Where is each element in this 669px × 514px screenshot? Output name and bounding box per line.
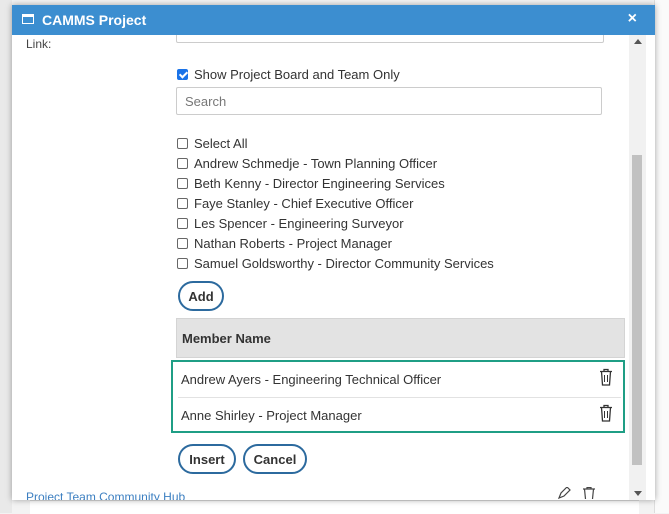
dialog-body: Link: Show Project Board and Team Only S… (12, 35, 655, 500)
scrollbar-thumb[interactable] (632, 155, 642, 465)
insert-button[interactable]: Insert (178, 444, 236, 474)
person-label: Nathan Roberts - Project Manager (194, 236, 392, 251)
checkbox-icon[interactable] (177, 178, 188, 189)
member-name-cell: Anne Shirley - Project Manager (181, 408, 362, 423)
person-checkbox[interactable]: Les Spencer - Engineering Surveyor (177, 216, 404, 231)
add-button[interactable]: Add (178, 281, 224, 311)
vertical-scrollbar[interactable] (629, 35, 646, 500)
camms-project-dialog: CAMMS Project × Link: Show Project Board… (12, 5, 655, 500)
member-name-cell: Andrew Ayers - Engineering Technical Off… (181, 372, 442, 387)
checkbox-icon[interactable] (177, 218, 188, 229)
person-checkbox[interactable]: Samuel Goldsworthy - Director Community … (177, 256, 494, 271)
cancel-button[interactable]: Cancel (243, 444, 307, 474)
member-table-header: Member Name (176, 318, 625, 358)
dialog-title: CAMMS Project (42, 12, 147, 28)
background-page-left (0, 0, 12, 513)
person-label: Andrew Schmedje - Town Planning Officer (194, 156, 438, 171)
member-rows-highlight: Andrew Ayers - Engineering Technical Off… (171, 360, 625, 433)
link-field[interactable] (176, 35, 604, 43)
table-row: Andrew Ayers - Engineering Technical Off… (178, 362, 621, 397)
trash-icon[interactable] (599, 404, 613, 425)
checkbox-icon[interactable] (177, 238, 188, 249)
person-checkbox[interactable]: Faye Stanley - Chief Executive Officer (177, 196, 413, 211)
checkbox-icon[interactable] (177, 138, 188, 149)
background-page-bottom (30, 500, 639, 514)
scroll-up-arrow-icon[interactable] (634, 39, 642, 44)
table-row: Anne Shirley - Project Manager (178, 397, 621, 432)
person-checkbox[interactable]: Andrew Schmedje - Town Planning Officer (177, 156, 437, 171)
person-label: Beth Kenny - Director Engineering Servic… (194, 176, 445, 191)
member-name-column-header: Member Name (182, 331, 271, 346)
footer-edit-delete-icons (557, 486, 597, 500)
select-all-label: Select All (194, 136, 248, 151)
window-icon (22, 14, 34, 24)
search-input[interactable] (176, 87, 602, 115)
close-button[interactable]: × (628, 10, 637, 28)
dialog-titlebar: CAMMS Project × (12, 5, 655, 35)
checkbox-checked-icon[interactable] (177, 69, 188, 80)
background-page-right (654, 0, 669, 513)
person-label: Les Spencer - Engineering Surveyor (194, 216, 404, 231)
person-checkbox[interactable]: Nathan Roberts - Project Manager (177, 236, 392, 251)
person-checkbox[interactable]: Beth Kenny - Director Engineering Servic… (177, 176, 445, 191)
show-board-team-label: Show Project Board and Team Only (194, 67, 400, 82)
checkbox-icon[interactable] (177, 198, 188, 209)
checkbox-icon[interactable] (177, 258, 188, 269)
trash-icon[interactable] (599, 368, 613, 389)
person-label: Samuel Goldsworthy - Director Community … (194, 256, 494, 271)
person-label: Faye Stanley - Chief Executive Officer (194, 196, 414, 211)
footer-link[interactable]: Project Team Community Hub (26, 490, 185, 500)
select-all-checkbox[interactable]: Select All (177, 136, 247, 151)
link-label: Link: (26, 37, 52, 51)
checkbox-icon[interactable] (177, 158, 188, 169)
scroll-down-arrow-icon[interactable] (634, 491, 642, 496)
show-board-team-checkbox[interactable]: Show Project Board and Team Only (177, 67, 400, 82)
